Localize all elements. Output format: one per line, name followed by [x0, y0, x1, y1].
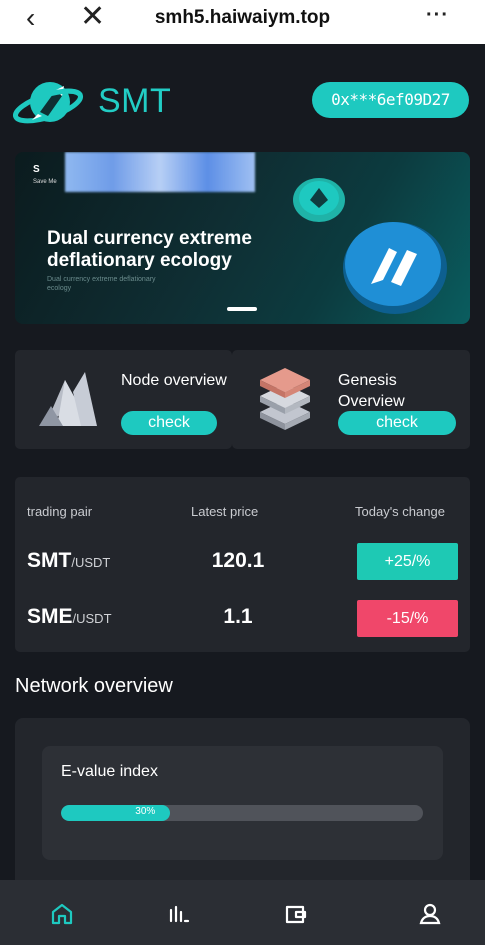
pair-base: SME — [27, 605, 73, 628]
tab-wallet[interactable] — [276, 894, 316, 934]
node-overview-card: Node overview check — [15, 350, 232, 449]
node-check-button[interactable]: check — [121, 411, 217, 435]
tab-profile[interactable] — [410, 894, 450, 934]
brand-title: SMT — [98, 82, 172, 120]
tab-market[interactable] — [159, 894, 199, 934]
promo-banner[interactable]: S Save Me Dual currency extreme deflatio… — [15, 152, 470, 324]
column-header-price: Latest price — [191, 504, 259, 519]
bottom-tab-bar — [0, 880, 485, 945]
pair-smt[interactable]: SMT/USDT — [27, 549, 110, 573]
column-header-pair: trading pair — [27, 504, 93, 519]
market-chart-icon — [169, 905, 190, 923]
large-coin-icon — [343, 222, 447, 314]
banner-logo-mark: S — [33, 164, 40, 175]
trading-pairs-table: trading pair Latest price Today's change… — [15, 477, 470, 652]
column-header-change: Today's change — [355, 504, 445, 519]
layers-stack-icon — [260, 368, 310, 430]
evalue-card: E-value index 30% — [42, 746, 443, 860]
genesis-overview-card: Genesis Overview check — [232, 350, 470, 449]
home-icon — [51, 903, 73, 925]
card-title: Genesis Overview — [338, 372, 405, 410]
rocket-planet-logo-icon — [12, 82, 84, 124]
price-smt: 120.1 — [211, 549, 265, 572]
app-screen: SMT 0x***6ef09D27 S Save Me Dual currenc… — [0, 44, 485, 945]
pair-sme[interactable]: SME/USDT — [27, 605, 112, 629]
carousel-indicator[interactable] — [227, 307, 257, 311]
evalue-progress-bar: 30% — [61, 805, 423, 821]
price-sme: 1.1 — [223, 605, 253, 628]
card-title: Node overview — [121, 372, 227, 389]
tab-home[interactable] — [42, 894, 82, 934]
wallet-icon — [285, 905, 307, 924]
user-icon — [419, 903, 441, 925]
banner-logo-text: Save Me — [33, 179, 57, 185]
banner-subline: Dual currency extreme deflationary ecolo… — [47, 276, 156, 292]
crystal-mountain-icon — [39, 372, 97, 426]
url-title: smh5.haiwaiym.top — [154, 7, 331, 28]
pair-base: SMT — [27, 549, 72, 572]
progress-label: 30% — [135, 806, 156, 817]
more-options-icon[interactable]: ··· — [426, 4, 449, 27]
evalue-label: E-value index — [61, 763, 158, 780]
pair-quote: /USDT — [72, 611, 112, 626]
genesis-check-button[interactable]: check — [338, 411, 456, 435]
change-badge-sme: -15/% — [357, 600, 458, 637]
wallet-address-button[interactable]: 0x***6ef09D27 — [312, 82, 469, 118]
network-overview-title: Network overview — [15, 675, 173, 697]
blurred-region — [65, 152, 255, 192]
pair-quote: /USDT — [71, 555, 111, 570]
change-badge-smt: +25/% — [357, 543, 458, 580]
browser-bar: ‹ ✕ smh5.haiwaiym.top ··· — [0, 0, 485, 44]
banner-headline: Dual currency extreme deflationary ecolo… — [47, 228, 252, 271]
